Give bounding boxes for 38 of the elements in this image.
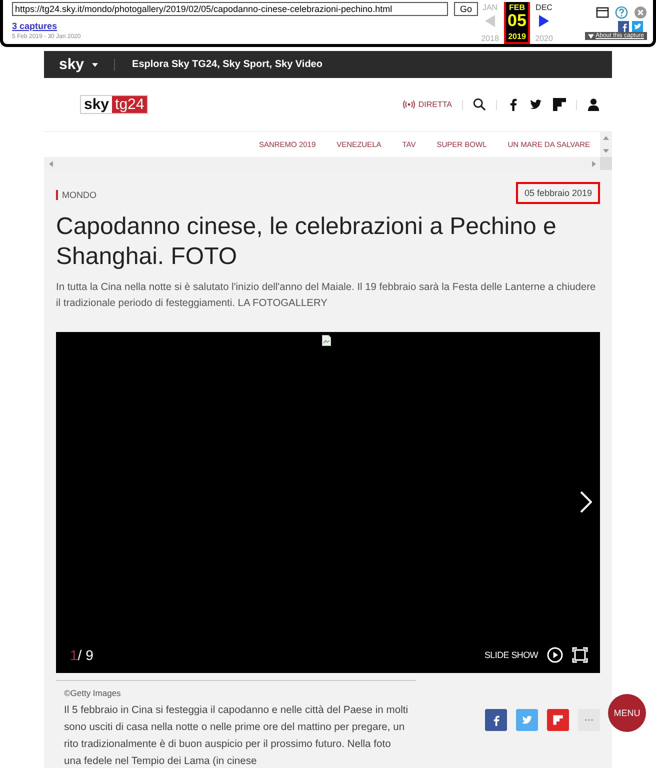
flipboard-icon[interactable]	[553, 98, 566, 111]
article-title: Capodanno cinese, le celebrazioni a Pechino e Shanghai. FOTO	[56, 212, 558, 272]
article-summary: In tutta la Cina nella notte si è salutato l'inizio dell'anno del Maiale. Il 19 febbraio sarà la Festa delle Lanterne a chiudere il tradizionale periodo di festeggiamenti. LA FOTOGALLERY	[56, 281, 597, 311]
photo-credit: ©Getty Images	[64, 688, 122, 698]
flipboard-share-button[interactable]	[547, 709, 569, 731]
date-label: 05 febbraio 2019	[516, 182, 600, 204]
caret-icon[interactable]	[92, 62, 98, 66]
twitter-icon	[521, 714, 533, 726]
slideshow-button[interactable]: SLIDE SHOW	[484, 650, 538, 660]
sky-tg24-logo[interactable]: sky tg24	[80, 95, 148, 114]
explore-link[interactable]: Esplora Sky TG24, Sky Sport, Sky Video	[132, 59, 322, 70]
sky-logo[interactable]: sky	[59, 56, 84, 73]
search-icon[interactable]	[473, 98, 486, 111]
captures-link[interactable]: 3 captures	[12, 21, 478, 31]
window-icon[interactable]	[596, 6, 609, 19]
caret-icon	[588, 34, 594, 38]
broken-image-icon	[322, 335, 331, 346]
play-icon[interactable]	[547, 647, 563, 663]
twitter-icon[interactable]	[530, 98, 543, 111]
facebook-share-button[interactable]	[485, 709, 507, 731]
next-arrow-icon[interactable]	[539, 15, 549, 27]
live-link[interactable]: DIRETTA	[418, 100, 452, 109]
scrollbar-corner	[600, 157, 612, 170]
broadcast-icon[interactable]	[402, 100, 416, 109]
category-label[interactable]: MONDO	[56, 190, 96, 200]
close-icon[interactable]	[634, 6, 647, 19]
photo-caption: Il 5 febbraio in Cina si festeggia il capodanno e nelle città del Paese in molti sono usciti di casa nella notte o nelle prime ore del mattino per pregare, un rito tradizionalmente è di buon auspicio per il prossimo futuro. Nella foto una fedele nel Tempio dei Lama (in cinese	[64, 704, 410, 768]
menu-button[interactable]: MENU	[608, 694, 646, 732]
url-field[interactable]: https://tg24.sky.it/mondo/photogallery/2019/02/05/capodanno-cinese-celebrazioni-pechino.html	[12, 2, 448, 16]
facebook-icon[interactable]	[618, 21, 629, 32]
help-icon[interactable]	[615, 6, 628, 19]
slide-counter: 1/ 9	[70, 647, 94, 663]
flipboard-icon	[552, 714, 564, 726]
go-button[interactable]: Go	[454, 2, 478, 16]
selected-date[interactable]: FEB 05 2019	[504, 2, 530, 44]
user-icon[interactable]	[587, 98, 600, 111]
fullscreen-icon[interactable]	[572, 647, 588, 663]
calendar-month[interactable]: DEC 2020	[532, 2, 556, 44]
